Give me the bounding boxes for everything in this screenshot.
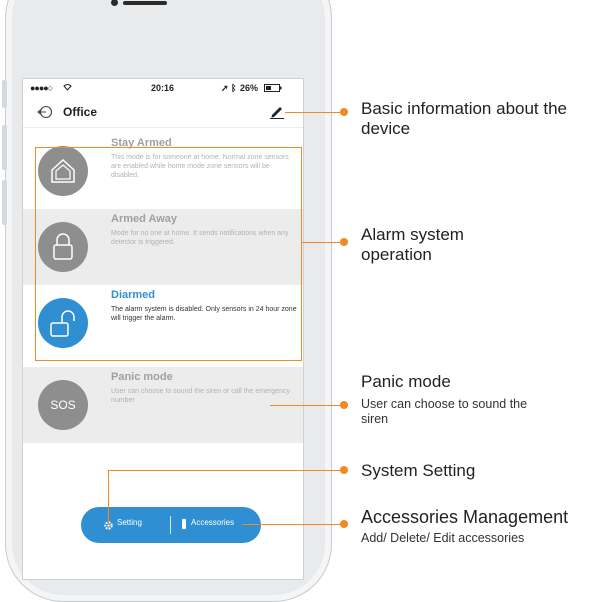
- battery-percent: 26%: [240, 83, 259, 93]
- sos-icon: SOS: [38, 380, 88, 430]
- accessories-button[interactable]: Accessories: [171, 507, 261, 543]
- setting-label: Setting: [117, 518, 142, 527]
- location-icon: ➚: [221, 83, 229, 93]
- callout-accessories-sub: Add/ Delete/ Edit accessories: [361, 531, 525, 545]
- speaker-icon: [123, 1, 167, 5]
- mode-description: User can choose to sound the siren or ca…: [111, 388, 290, 404]
- callout-line: [108, 470, 343, 471]
- callout-panic-title: Panic mode: [361, 372, 451, 391]
- callout-line: [285, 112, 343, 113]
- callout-system-setting: System Setting: [361, 461, 476, 480]
- bluetooth-icon: ᛒ: [231, 83, 237, 93]
- callout-panic-sub: User can choose to sound the siren: [361, 397, 528, 426]
- callout-accessories-title: Accessories Management: [361, 507, 569, 527]
- accessories-label: Accessories: [191, 518, 235, 527]
- callout-dot: [340, 238, 348, 246]
- sensor-icon: [111, 0, 118, 6]
- wifi-icon: [63, 83, 72, 93]
- mode-title: Panic mode: [111, 371, 173, 383]
- nav-bar: Office: [23, 97, 303, 128]
- back-arrow-icon[interactable]: [37, 105, 53, 124]
- setting-button[interactable]: Setting: [81, 507, 170, 543]
- callout-dot: [340, 466, 348, 474]
- volume-up-button: [2, 125, 7, 170]
- mute-switch: [2, 80, 7, 108]
- callout-basic-info: Basic information about the device: [361, 99, 568, 138]
- callout-dot: [340, 401, 348, 409]
- mode-panic[interactable]: SOS Panic mode User can choose to sound …: [23, 367, 303, 443]
- callout-line: [270, 405, 343, 406]
- status-time: 20:16: [151, 83, 175, 93]
- callout-line: [302, 242, 343, 243]
- callout-line: [242, 524, 343, 525]
- callout-dot: [340, 108, 348, 116]
- callout-line: [108, 470, 109, 525]
- alarm-modes-highlight: [35, 147, 302, 361]
- sensor-device-icon: [181, 517, 187, 535]
- callout-alarm-system: Alarm system operation: [361, 225, 464, 264]
- status-bar: ●●●●○ 20:16 ➚ ᛒ 26%: [23, 79, 303, 97]
- volume-down-button: [2, 180, 7, 225]
- signal-strength: ●●●●○: [30, 83, 53, 93]
- pencil-icon[interactable]: [269, 103, 285, 124]
- battery-icon: [264, 84, 282, 94]
- page-title: Office: [63, 105, 98, 119]
- callout-dot: [340, 520, 348, 528]
